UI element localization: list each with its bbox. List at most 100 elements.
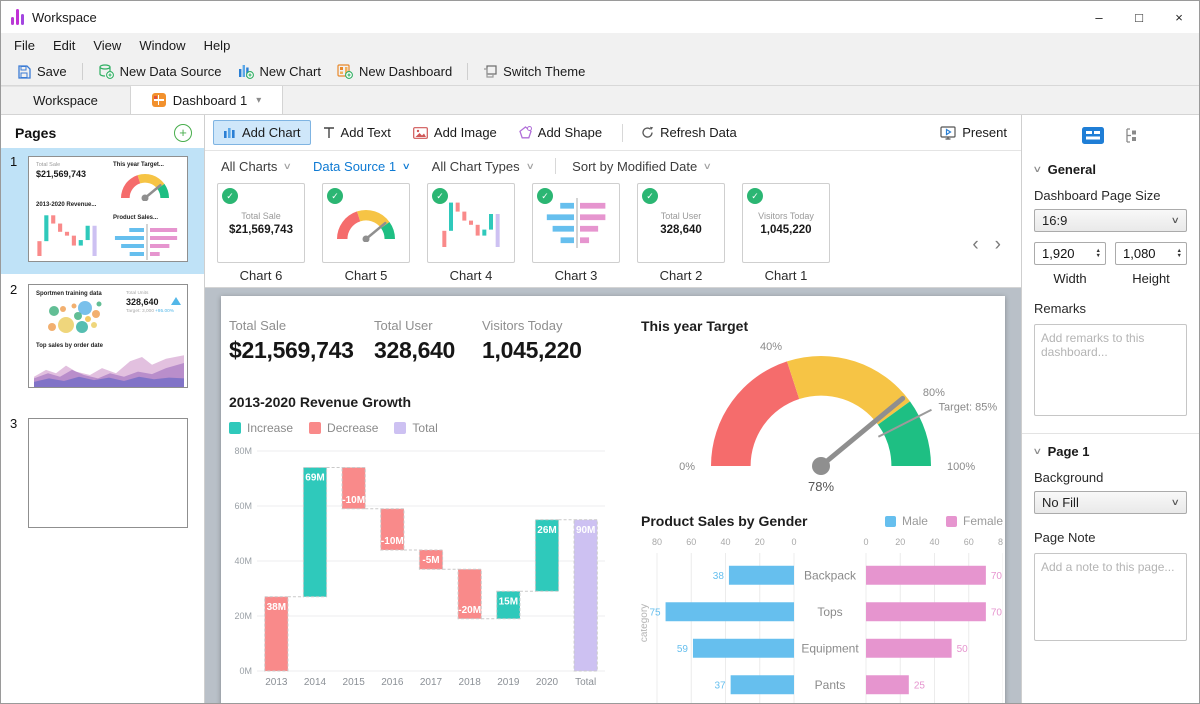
legend-swatch <box>885 516 896 527</box>
card-kpi-value: 328,640 <box>660 224 702 236</box>
height-input[interactable] <box>1123 246 1167 261</box>
svg-text:0: 0 <box>791 537 796 547</box>
tab-workspace[interactable]: Workspace <box>1 86 131 114</box>
svg-text:80%: 80% <box>923 387 945 399</box>
check-icon: ✓ <box>222 188 238 204</box>
filter-sort[interactable]: Sort by Modified Date∨ <box>572 159 711 174</box>
filter-all-charts[interactable]: All Charts∨ <box>221 159 291 174</box>
kpi-total-sale[interactable]: Total Sale $21,569,743 <box>229 318 374 364</box>
save-icon <box>17 65 31 79</box>
spinner-arrows-icon[interactable]: ▲▼ <box>1177 249 1182 259</box>
spinner-arrows-icon[interactable]: ▲▼ <box>1096 249 1101 259</box>
section-page-1[interactable]: ∨ Page 1 <box>1034 444 1187 459</box>
menu-file[interactable]: File <box>5 36 44 55</box>
thumb-kpi-target: Target: 3,000 <box>126 309 154 314</box>
add-text-button[interactable]: Add Text <box>313 120 401 145</box>
gallery-card-chart-4[interactable]: ✓ Chart 4 <box>427 183 515 283</box>
check-icon: ✓ <box>642 188 658 204</box>
new-dashboard-button[interactable]: New Dashboard <box>329 61 460 82</box>
prev-icon[interactable]: ‹ <box>972 237 978 253</box>
dashboard-page[interactable]: Total Sale $21,569,743 Total User 328,64… <box>221 296 1005 703</box>
thumb-area-chart <box>33 351 185 387</box>
new-chart-button[interactable]: New Chart <box>230 61 329 82</box>
section-general[interactable]: ∨ General <box>1034 162 1187 177</box>
page-item-3[interactable]: 3 <box>1 410 204 540</box>
tab-dashboard-1[interactable]: Dashboard 1 ▾ <box>131 86 283 114</box>
main-area: Pages + 1 Total Sale $21,569,743 This ye… <box>1 114 1199 703</box>
page-item-1[interactable]: 1 Total Sale $21,569,743 This year Targe… <box>1 148 204 274</box>
svg-text:40%: 40% <box>760 341 782 353</box>
filter-data-source[interactable]: Data Source 1∨ <box>313 159 410 174</box>
width-spinner: ▲▼ Width <box>1034 242 1106 286</box>
present-icon <box>940 126 956 140</box>
card-waterfall-chart <box>440 197 502 249</box>
butterfly-legend: Male Female <box>885 514 1003 528</box>
minimize-icon[interactable]: – <box>1079 1 1119 33</box>
add-shape-button[interactable]: Add Shape <box>509 120 612 145</box>
menu-edit[interactable]: Edit <box>44 36 84 55</box>
butterfly-chart[interactable]: 002020404060608080category3870Backpack75… <box>641 535 1003 703</box>
new-data-source-button[interactable]: New Data Source <box>90 61 230 82</box>
maximize-icon[interactable]: □ <box>1119 1 1159 33</box>
gallery-card-chart-6[interactable]: ✓ Total Sale $21,569,743 Chart 6 <box>217 183 305 283</box>
thumb-gauge-chart <box>119 171 171 201</box>
next-icon[interactable]: › <box>995 237 1001 253</box>
add-page-icon[interactable]: + <box>174 124 192 142</box>
structure-tab-icon[interactable] <box>1122 127 1139 144</box>
menu-help[interactable]: Help <box>195 36 240 55</box>
svg-text:38M: 38M <box>267 602 286 613</box>
save-button[interactable]: Save <box>9 61 75 82</box>
page-2-thumbnail[interactable]: Sportmen training data Total Units 328,6… <box>28 284 188 388</box>
page-number: 3 <box>10 416 17 431</box>
chart-gallery: ✓ Total Sale $21,569,743 Chart 6 ✓ Chart… <box>205 181 1021 288</box>
page-note-textarea[interactable] <box>1034 553 1187 641</box>
window-controls: – □ × <box>1079 1 1199 33</box>
page-1-thumbnail[interactable]: Total Sale $21,569,743 This year Target.… <box>28 156 188 262</box>
refresh-data-button[interactable]: Refresh Data <box>631 120 747 145</box>
width-input[interactable] <box>1042 246 1086 261</box>
title-bar: Workspace – □ × <box>1 1 1199 33</box>
add-chart-button[interactable]: Add Chart <box>213 120 311 145</box>
toolbar-separator <box>82 63 83 80</box>
kpi-row: Total Sale $21,569,743 Total User 328,64… <box>229 318 621 364</box>
svg-text:20: 20 <box>895 537 905 547</box>
tab-caret-icon[interactable]: ▾ <box>256 95 261 106</box>
page-size-select[interactable]: 16:9 ∨ <box>1034 209 1187 232</box>
remarks-textarea[interactable] <box>1034 324 1187 416</box>
menu-window[interactable]: Window <box>130 36 194 55</box>
switch-theme-button[interactable]: Switch Theme <box>475 61 593 82</box>
add-image-button[interactable]: Add Image <box>403 120 507 145</box>
properties-tab-icon[interactable] <box>1082 127 1104 144</box>
dashboard-tab-icon <box>152 93 166 107</box>
menu-bar: File Edit View Window Help <box>1 33 1199 58</box>
present-button[interactable]: Present <box>940 125 1007 140</box>
chevron-down-icon: ∨ <box>1171 215 1180 226</box>
menu-view[interactable]: View <box>84 36 130 55</box>
filter-chart-types[interactable]: All Chart Types∨ <box>432 159 534 174</box>
kpi-total-user[interactable]: Total User 328,640 <box>374 318 482 364</box>
close-icon[interactable]: × <box>1159 1 1199 33</box>
check-icon: ✓ <box>747 188 763 204</box>
check-icon: ✓ <box>537 188 553 204</box>
gallery-card-chart-3[interactable]: ✓ Chart 3 <box>532 183 620 283</box>
gauge-chart-title: This year Target <box>641 318 1003 334</box>
page-3-thumbnail[interactable] <box>28 418 188 528</box>
card-kpi-label: Visitors Today <box>758 211 814 221</box>
background-select[interactable]: No Fill ∨ <box>1034 491 1187 514</box>
gallery-card-chart-1[interactable]: ✓ Visitors Today 1,045,220 Chart 1 <box>742 183 830 283</box>
svg-text:-10M: -10M <box>381 536 404 547</box>
svg-text:2018: 2018 <box>459 677 482 688</box>
card-kpi-label: Total User <box>661 211 702 221</box>
inspector-panel: ∨ General Dashboard Page Size 16:9 ∨ ▲▼ … <box>1021 115 1199 703</box>
gauge-chart[interactable]: Target: 85%0%40%80%100%78% <box>641 340 1001 496</box>
new-dashboard-icon <box>337 64 353 79</box>
svg-text:Pants: Pants <box>815 678 846 692</box>
svg-text:25: 25 <box>914 680 926 691</box>
center-panel: Add Chart Add Text Add Image Add Shape <box>205 115 1021 703</box>
card-name: Chart 6 <box>240 268 283 283</box>
kpi-visitors-today[interactable]: Visitors Today 1,045,220 <box>482 318 582 364</box>
gallery-card-chart-2[interactable]: ✓ Total User 328,640 Chart 2 <box>637 183 725 283</box>
gallery-card-chart-5[interactable]: ✓ Chart 5 <box>322 183 410 283</box>
waterfall-chart[interactable]: 0M20M40M60M80M38M201369M2014-10M2015-10M… <box>229 443 613 691</box>
page-item-2[interactable]: 2 Sportmen training data Total Units 328… <box>1 276 204 400</box>
